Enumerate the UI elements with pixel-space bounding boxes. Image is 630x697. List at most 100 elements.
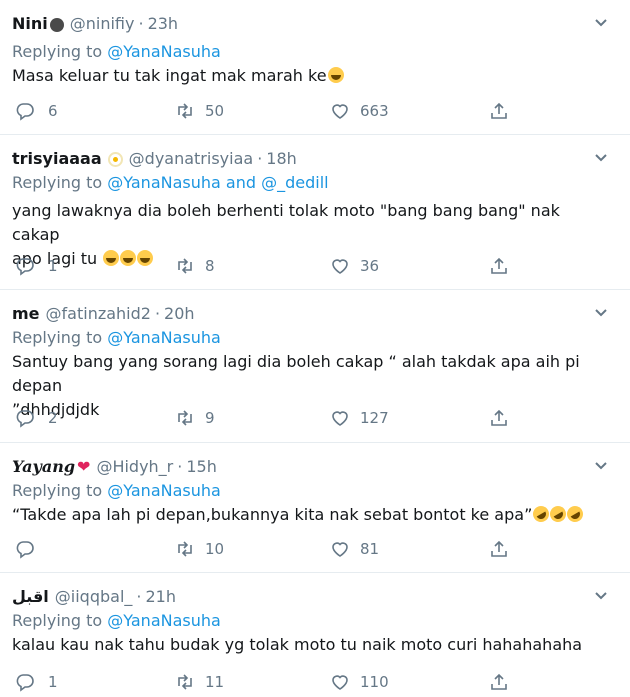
reply-button[interactable] [15, 539, 48, 559]
retweet-count: 50 [205, 102, 225, 120]
tweet-header: Nini @ninifiy · 23h [12, 14, 178, 34]
chevron-down-icon[interactable] [594, 589, 608, 603]
retweet-button[interactable]: 11 [175, 672, 224, 692]
chevron-down-icon[interactable] [594, 16, 608, 30]
separator: · [257, 149, 263, 168]
mention-link[interactable]: @YanaNasuha [107, 611, 221, 630]
share-button[interactable] [489, 672, 509, 692]
tweet-actions: 10 81 [0, 539, 630, 561]
retweet-button[interactable]: 50 [175, 101, 224, 121]
tweet-text-line: kalau kau nak tahu budak yg tolak moto t… [12, 635, 583, 654]
tweet-card[interactable]: trisyiaaaa @dyanatrisyiaa · 18h Replying… [0, 135, 630, 290]
tweet-header: me @fatinzahid2 · 20h [12, 304, 195, 324]
share-icon [491, 540, 507, 557]
like-button[interactable]: 663 [330, 101, 389, 121]
like-icon [332, 675, 348, 690]
mention-link[interactable]: @YanaNasuha and @_dedill [107, 173, 328, 192]
share-button[interactable] [489, 256, 509, 276]
tweet-actions: 2 9 127 [0, 408, 630, 430]
replying-to: Replying to @YanaNasuha [12, 611, 221, 631]
share-icon [491, 409, 507, 426]
replying-to-label: Replying to [12, 611, 103, 630]
like-count: 81 [360, 540, 380, 558]
replying-to-label: Replying to [12, 42, 103, 61]
like-icon [332, 542, 348, 557]
tweet-text-line: Santuy bang yang sorang lagi dia boleh c… [12, 352, 580, 395]
like-button[interactable]: 36 [330, 256, 379, 276]
user-handle[interactable]: @dyanatrisyiaa [129, 149, 254, 169]
tweet-header: trisyiaaaa @dyanatrisyiaa · 18h [12, 149, 297, 169]
replying-to-label: Replying to [12, 173, 103, 192]
tweet-actions: 1 8 36 [0, 256, 630, 278]
tweet-header: اقبل @iiqqbal_ · 21h [12, 587, 176, 607]
user-handle[interactable]: @iiqqbal_ [55, 587, 133, 607]
mention-link[interactable]: @YanaNasuha [107, 328, 221, 347]
retweet-button[interactable]: 8 [175, 256, 215, 276]
retweet-button[interactable]: 10 [175, 539, 224, 559]
share-button[interactable] [489, 539, 509, 559]
share-button[interactable] [489, 101, 509, 121]
tweet-card[interactable]: اقبل @iiqqbal_ · 21h Replying to @YanaNa… [0, 573, 630, 697]
reply-count: 6 [48, 102, 58, 120]
display-name[interactable]: trisyiaaaa [12, 149, 102, 169]
reply-button[interactable]: 1 [15, 672, 58, 692]
reply-icon [16, 541, 34, 559]
like-button[interactable]: 110 [330, 672, 389, 692]
reply-count: 2 [48, 409, 58, 427]
chevron-down-icon[interactable] [594, 459, 608, 473]
retweet-icon [178, 258, 192, 274]
rofl-emoji-icon [564, 503, 587, 525]
reply-icon [16, 103, 34, 121]
chevron-down-icon[interactable] [594, 306, 608, 320]
share-icon [491, 673, 507, 690]
display-name[interactable]: اقبل [12, 587, 49, 607]
like-icon [332, 104, 348, 119]
separator: · [136, 587, 142, 606]
reply-button[interactable]: 2 [15, 408, 58, 428]
display-name[interactable]: Yayang [12, 457, 75, 477]
replying-to: Replying to @YanaNasuha [12, 481, 221, 501]
display-name[interactable]: Nini [12, 14, 48, 34]
timestamp[interactable]: 20h [164, 304, 195, 324]
reply-button[interactable]: 1 [15, 256, 58, 276]
tweet-card[interactable]: Nini @ninifiy · 23h Replying to @YanaNas… [0, 0, 630, 135]
tweet-text: Masa keluar tu tak ingat mak marah ke [12, 64, 612, 88]
tweet-text: “Takde apa lah pi depan,bukannya kita na… [12, 503, 612, 527]
user-handle[interactable]: @Hidyh_r [96, 457, 173, 477]
timestamp[interactable]: 23h [148, 14, 179, 34]
display-name[interactable]: me [12, 304, 40, 324]
tweet-text: kalau kau nak tahu budak yg tolak moto t… [12, 633, 612, 657]
retweet-button[interactable]: 9 [175, 408, 215, 428]
timestamp[interactable]: 18h [266, 149, 297, 169]
laughing-emoji-icon [327, 67, 344, 83]
retweet-icon [178, 674, 192, 690]
retweet-count: 8 [205, 257, 215, 275]
like-button[interactable]: 127 [330, 408, 389, 428]
replying-to: Replying to @YanaNasuha and @_dedill [12, 173, 329, 193]
like-count: 36 [360, 257, 380, 275]
emoji-icon [49, 18, 64, 32]
replying-to: Replying to @YanaNasuha [12, 328, 221, 348]
user-handle[interactable]: @ninifiy [70, 14, 135, 34]
tweet-card[interactable]: Yayang ❤ @Hidyh_r · 15h Replying to @Yan… [0, 443, 630, 573]
replying-to-label: Replying to [12, 481, 103, 500]
separator: · [177, 457, 183, 476]
retweet-icon [178, 103, 192, 119]
share-button[interactable] [489, 408, 509, 428]
like-icon [332, 411, 348, 426]
timestamp[interactable]: 21h [145, 587, 176, 607]
like-button[interactable]: 81 [330, 539, 379, 559]
like-count: 663 [360, 102, 389, 120]
timestamp[interactable]: 15h [186, 457, 217, 477]
chevron-down-icon[interactable] [594, 151, 608, 165]
reply-count: 1 [48, 673, 58, 691]
retweet-count: 10 [205, 540, 225, 558]
like-icon [332, 259, 348, 274]
tweet-card[interactable]: me @fatinzahid2 · 20h Replying to @YanaN… [0, 290, 630, 443]
user-handle[interactable]: @fatinzahid2 [46, 304, 151, 324]
reply-button[interactable]: 6 [15, 101, 58, 121]
mention-link[interactable]: @YanaNasuha [107, 481, 221, 500]
flower-emoji-icon [107, 151, 123, 167]
mention-link[interactable]: @YanaNasuha [107, 42, 221, 61]
reply-feed: Nini @ninifiy · 23h Replying to @YanaNas… [0, 0, 630, 697]
